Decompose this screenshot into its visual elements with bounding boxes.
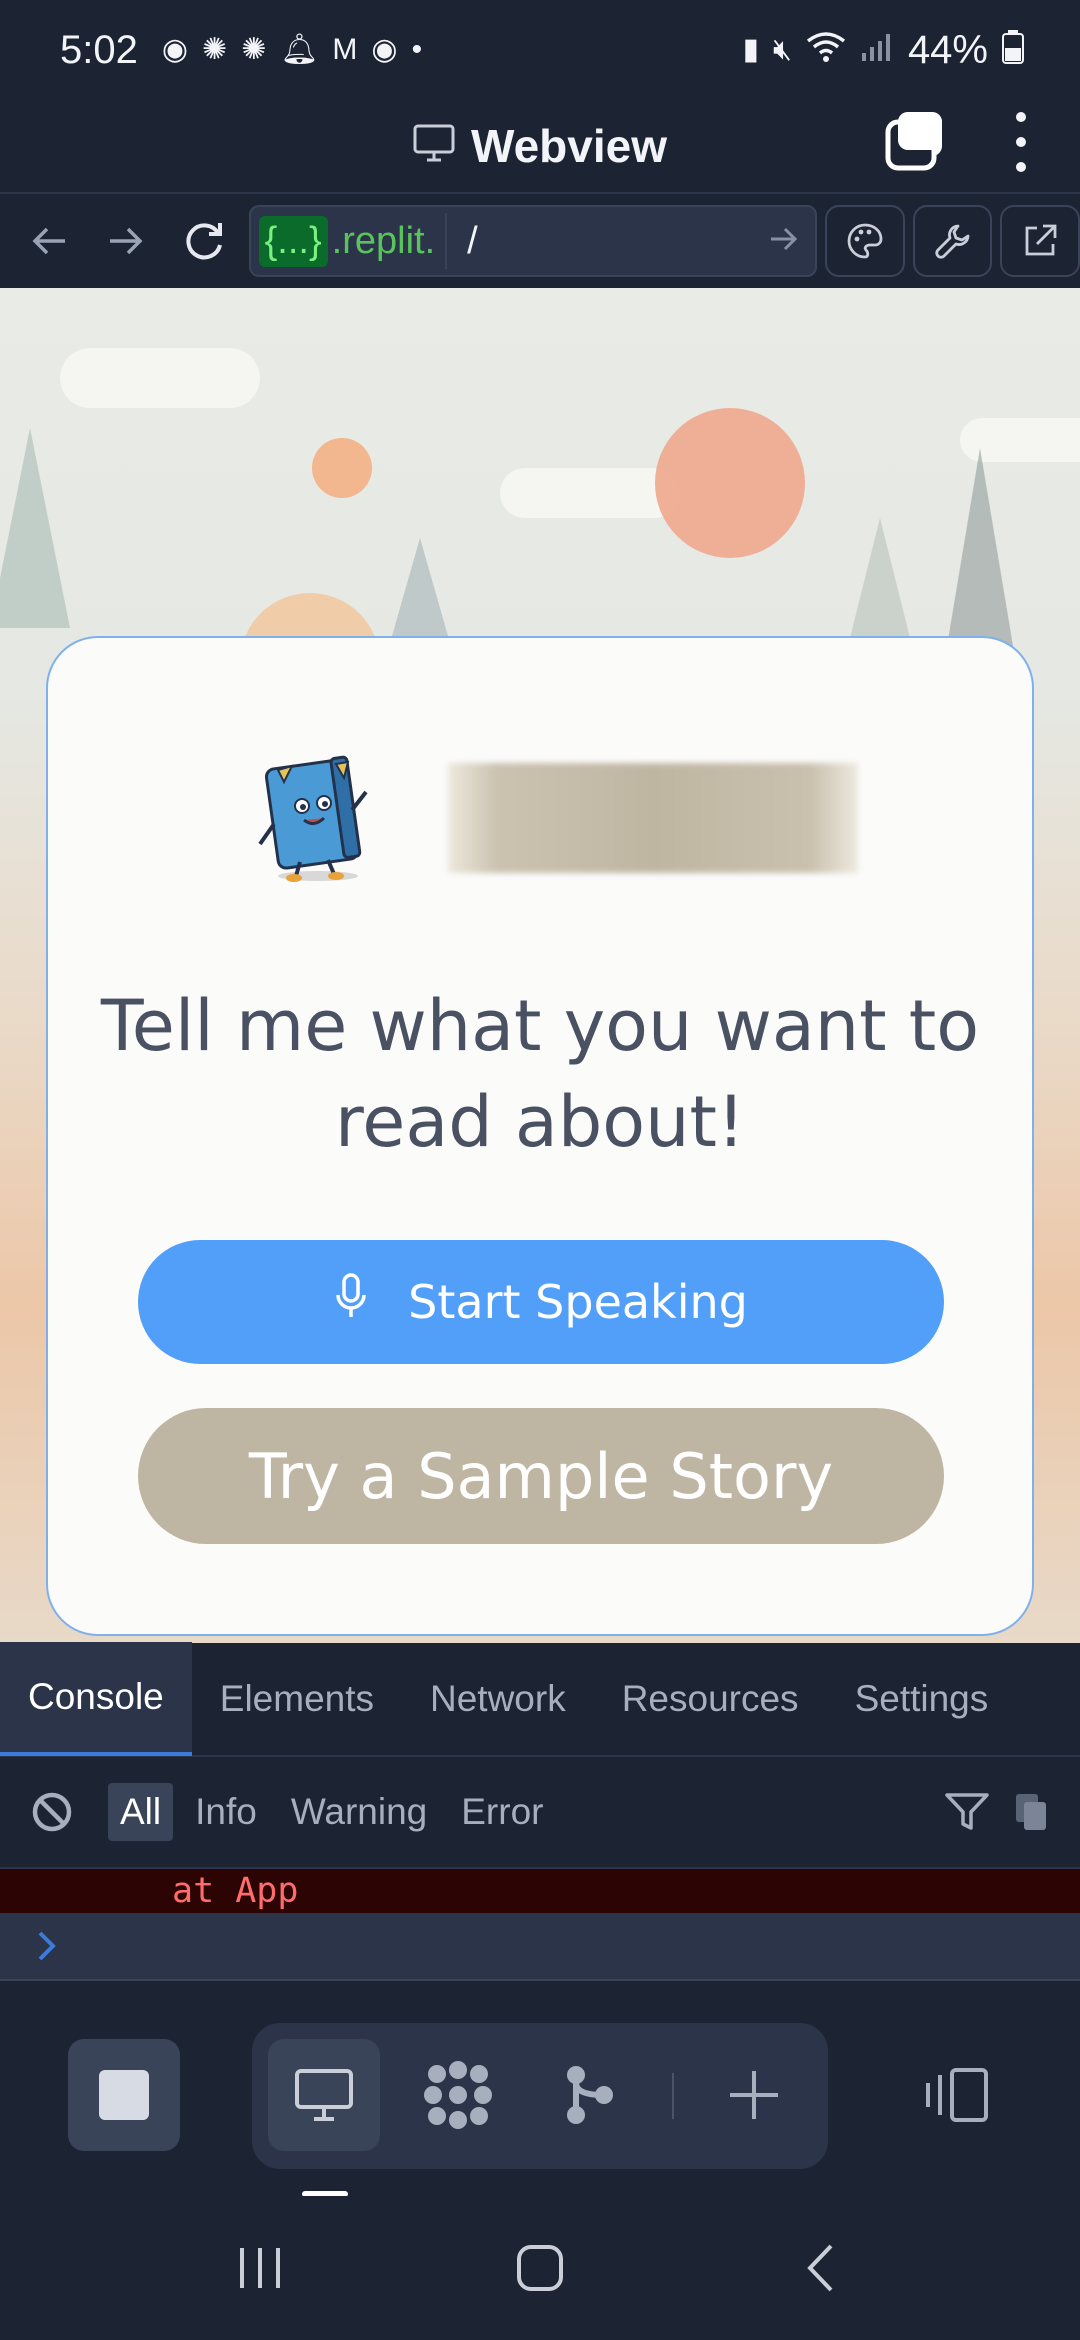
clear-console-button[interactable]: [30, 1790, 74, 1834]
external-link-icon: [1025, 224, 1057, 256]
filter-all[interactable]: All: [108, 1783, 174, 1841]
wifi-icon: [806, 31, 846, 69]
replit-dev-badge: {...}: [258, 215, 328, 267]
palette-icon: [847, 223, 883, 259]
workspace-toolbar: [0, 1981, 1080, 2197]
open-external-button[interactable]: [1000, 205, 1080, 277]
home-button[interactable]: [480, 2218, 600, 2318]
tool-group: [252, 2023, 828, 2169]
stop-icon: [99, 2070, 149, 2120]
console-input[interactable]: [0, 1913, 1080, 1981]
app-name-redacted: [448, 763, 858, 873]
devtools-button[interactable]: [912, 205, 993, 277]
system-navigation: [0, 2196, 1080, 2340]
background-sun: [655, 408, 805, 558]
layout-toggle-button[interactable]: [912, 2039, 1002, 2151]
url-host: {...} .replit.: [258, 213, 448, 269]
brain-icon-2: ✺: [241, 33, 267, 66]
tab-settings[interactable]: Settings: [827, 1642, 1017, 1756]
filter-error[interactable]: Error: [449, 1783, 555, 1841]
grid-dots-icon: [424, 2061, 492, 2129]
tab-resources[interactable]: Resources: [594, 1642, 827, 1756]
reload-button[interactable]: [165, 202, 243, 280]
reload-icon: [186, 223, 222, 260]
background-cloud: [60, 348, 260, 408]
copy-icon: [1016, 1794, 1046, 1830]
wrench-icon: [935, 224, 970, 259]
mute-icon: 🔇︎: [773, 33, 792, 66]
packages-tool-button[interactable]: [402, 2039, 514, 2151]
add-tool-button[interactable]: [698, 2039, 810, 2151]
console-error-line: at App: [0, 1869, 1080, 1913]
bell-icon: 🔔︎: [280, 33, 319, 66]
more-notifications-icon: •: [411, 33, 423, 66]
url-path[interactable]: /: [447, 220, 769, 263]
copy-logs-button[interactable]: [1014, 1792, 1050, 1832]
stop-button[interactable]: [68, 2039, 180, 2151]
tabs-icon: [885, 112, 942, 171]
sample-story-button[interactable]: Try a Sample Story: [138, 1408, 944, 1544]
background-sun-small: [312, 438, 372, 498]
forward-button[interactable]: [88, 202, 166, 280]
toolbar-divider: [672, 2073, 674, 2119]
chevron-left-icon: [807, 2244, 833, 2292]
back-button[interactable]: [10, 202, 88, 280]
chrome-icon-2: ◉: [371, 33, 398, 66]
monitor-icon: [295, 2069, 353, 2121]
app-logo: [248, 748, 888, 888]
battery-percent: 44%: [907, 27, 988, 72]
status-time: 5:02: [60, 27, 138, 72]
prompt-headline: Tell me what you want to read about!: [100, 985, 980, 1163]
url-host-text: .replit.: [331, 219, 436, 262]
recent-apps-icon: [240, 2248, 280, 2288]
chevron-right-icon: [38, 1931, 56, 1961]
start-speaking-label: Start Speaking: [408, 1275, 748, 1329]
console-filter-bar: All Info Warning Error: [0, 1757, 1080, 1869]
git-tool-button[interactable]: [534, 2039, 646, 2151]
more-menu-button[interactable]: [1006, 112, 1036, 172]
arrow-right-icon: [771, 227, 798, 250]
brain-icon: ✺: [202, 33, 228, 66]
filter-button[interactable]: [944, 1792, 990, 1832]
battery-saver-icon: ▮: [742, 33, 760, 66]
chrome-icon: ◉: [161, 33, 189, 66]
tabs-button[interactable]: [884, 110, 946, 172]
webview-content: Tell me what you want to read about! Sta…: [0, 288, 1080, 1643]
start-speaking-button[interactable]: Start Speaking: [138, 1240, 944, 1364]
monitor-icon: [413, 119, 455, 173]
tab-console[interactable]: Console: [0, 1642, 192, 1756]
theme-button[interactable]: [825, 205, 905, 277]
microphone-icon: [334, 1272, 368, 1332]
background-cloud: [500, 468, 680, 518]
book-mascot-icon: [248, 748, 388, 888]
gmail-icon: M: [332, 33, 358, 66]
home-icon: [517, 2245, 563, 2291]
page-title: Webview: [413, 119, 667, 173]
signal-icon: [860, 31, 894, 69]
funnel-icon: [945, 1793, 989, 1830]
panel-layout-icon: [926, 2068, 988, 2122]
tab-elements[interactable]: Elements: [192, 1642, 402, 1756]
filter-warning[interactable]: Warning: [279, 1783, 439, 1841]
plus-icon: [730, 2071, 778, 2119]
back-nav-button[interactable]: [760, 2218, 880, 2318]
filter-info[interactable]: Info: [183, 1783, 269, 1841]
tab-network[interactable]: Network: [402, 1642, 594, 1756]
title-bar: Webview: [0, 100, 1080, 192]
devtools-tabs: Console Elements Network Resources Setti…: [0, 1642, 1080, 1757]
title-text: Webview: [471, 120, 667, 172]
arrow-right-icon: [110, 227, 143, 255]
recent-apps-button[interactable]: [200, 2218, 320, 2318]
url-input[interactable]: {...} .replit. /: [248, 205, 818, 277]
background-tree: [0, 428, 70, 628]
battery-icon: [1002, 30, 1024, 70]
git-branch-icon: [567, 2066, 613, 2124]
url-bar: {...} .replit. /: [0, 192, 1080, 288]
status-bar: 5:02 ◉ ✺ ✺ 🔔︎ M ◉ • ▮ 🔇︎ 44%: [0, 0, 1080, 100]
story-prompt-card: Tell me what you want to read about! Sta…: [46, 636, 1034, 1636]
go-button[interactable]: [769, 222, 807, 261]
block-icon: [32, 1792, 72, 1832]
arrow-left-icon: [32, 227, 65, 255]
webview-tool-button[interactable]: [268, 2039, 380, 2151]
